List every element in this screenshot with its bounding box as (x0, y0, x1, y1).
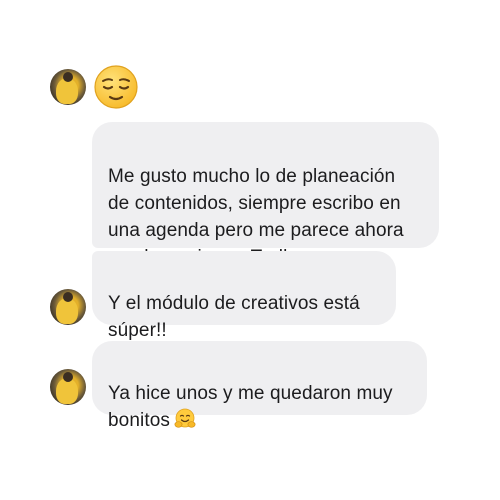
message-text: Ya hice unos y me quedaron muy bonitos (108, 383, 393, 431)
relieved-face-icon (94, 65, 138, 109)
chat-thread: Me gusto mucho lo de planeación de conte… (0, 0, 500, 500)
message-bubble[interactable]: Y el módulo de creativos está súper!! (92, 251, 396, 341)
sender-avatar[interactable] (50, 369, 86, 405)
message-bubble[interactable]: Me gusto mucho lo de planeación de conte… (92, 122, 439, 268)
sender-avatar[interactable] (50, 69, 86, 105)
hugging-face-icon (174, 408, 196, 428)
sender-avatar[interactable] (50, 289, 86, 325)
message-bubble[interactable]: Ya hice unos y me quedaron muy bonitos (92, 341, 427, 431)
message-text: Y el módulo de creativos está súper!! (108, 293, 360, 341)
